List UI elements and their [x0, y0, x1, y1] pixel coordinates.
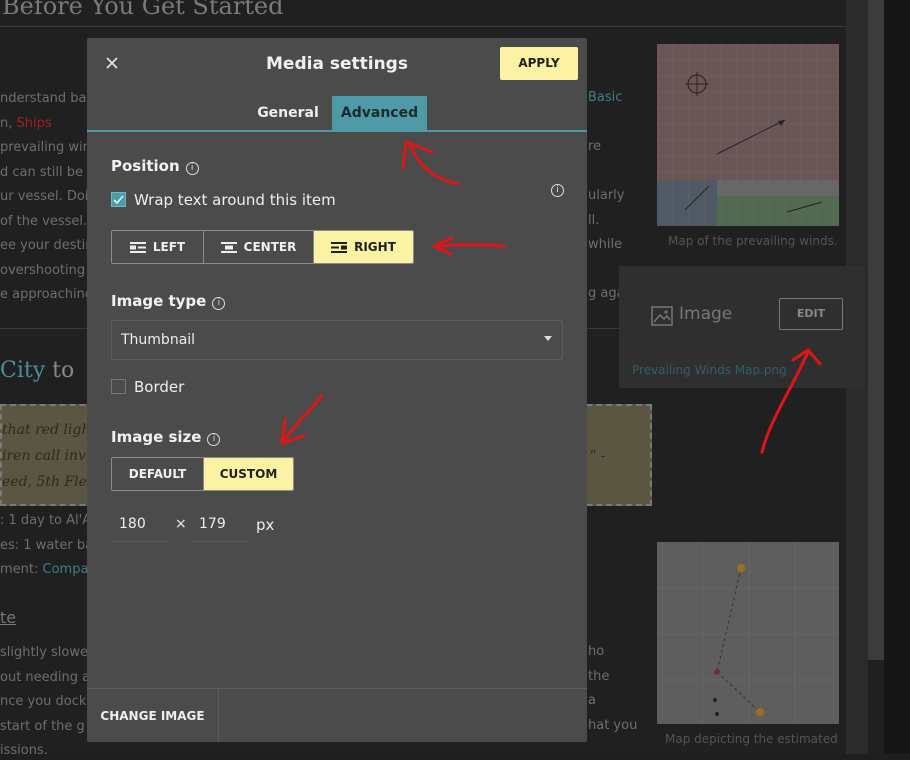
body-text: of the vessel.: [0, 214, 88, 229]
image-type-section-title: Image type i: [111, 292, 226, 310]
body-text: while: [588, 237, 623, 252]
basic-link[interactable]: Basic: [588, 90, 622, 105]
info-icon[interactable]: i: [207, 433, 221, 446]
quote-attribution: " -: [590, 448, 606, 464]
edit-button[interactable]: EDIT: [779, 298, 843, 330]
align-right-button[interactable]: RIGHT: [314, 231, 413, 263]
body-text: ho: [588, 644, 605, 659]
image-size-toggle: DEFAULT CUSTOM: [111, 457, 294, 491]
quote-text: eed, 5th Fle: [2, 474, 87, 490]
image-type-value: Thumbnail: [121, 332, 196, 348]
sub-heading: te: [0, 608, 17, 627]
image-caption: Map depicting the estimated: [665, 732, 838, 746]
body-text: start of the g: [0, 719, 85, 734]
image-icon: [651, 306, 673, 326]
size-default-button[interactable]: DEFAULT: [112, 458, 204, 490]
body-text: hat you: [588, 718, 638, 733]
section-heading: City to: [0, 358, 75, 383]
wrap-text-label: Wrap text around this item: [134, 191, 336, 209]
apply-button[interactable]: APPLY: [500, 47, 578, 80]
size-custom-button[interactable]: CUSTOM: [204, 458, 293, 490]
page-heading: Before You Get Started: [2, 0, 284, 20]
ships-link[interactable]: Ships: [17, 116, 52, 131]
align-left-icon: [129, 242, 146, 253]
image-caption: Map of the prevailing winds.: [668, 234, 838, 248]
quote-text: iren call inv: [2, 448, 86, 464]
stat-line: es: 1 water bar: [0, 538, 99, 553]
scrollbar[interactable]: [868, 0, 884, 660]
stat-line: : 1 day to Al'Ar: [0, 513, 97, 528]
media-popover: Image EDIT Prevailing Winds Map.png: [619, 266, 865, 388]
divider: [0, 26, 846, 27]
body-text: slightly slowe: [0, 645, 88, 660]
page-edge: [884, 0, 910, 754]
change-image-button[interactable]: CHANGE IMAGE: [87, 689, 219, 742]
height-input[interactable]: 179: [191, 506, 247, 542]
body-text: ur vessel. Doi: [0, 189, 89, 204]
body-text: ularly: [588, 188, 625, 203]
body-text: re: [588, 139, 602, 154]
quote-text: that red ligh: [2, 422, 91, 438]
body-text: a: [588, 693, 596, 708]
dimension-separator: ×: [175, 516, 187, 532]
unit-label: px: [256, 516, 275, 534]
border-label: Border: [134, 378, 185, 396]
city-link[interactable]: City: [0, 358, 45, 383]
align-left-button[interactable]: LEFT: [112, 231, 204, 263]
align-center-label: CENTER: [243, 240, 297, 254]
map-thumbnail-2[interactable]: [657, 542, 839, 724]
body-text: out needing a: [0, 670, 91, 685]
media-settings-dialog: Media settings APPLY General Advanced Po…: [87, 38, 587, 742]
body-text: d can still be s: [0, 165, 94, 180]
info-icon[interactable]: i: [185, 162, 199, 175]
tab-underline: [87, 130, 587, 132]
body-text: ee your destin: [0, 238, 94, 253]
info-icon[interactable]: i: [212, 297, 226, 310]
align-center-icon: [220, 242, 237, 253]
align-right-label: RIGHT: [354, 240, 396, 254]
info-icon[interactable]: i: [551, 184, 564, 197]
media-type-label: Image: [679, 304, 733, 324]
dialog-footer: CHANGE IMAGE: [87, 688, 587, 742]
body-text: nderstand bas: [0, 91, 94, 106]
wrap-text-row[interactable]: Wrap text around this item: [111, 191, 336, 209]
tab-advanced[interactable]: Advanced: [332, 96, 427, 130]
align-right-icon: [331, 242, 348, 253]
body-text: issions.: [0, 743, 48, 758]
border-checkbox[interactable]: [111, 379, 126, 394]
body-text: prevailing win: [0, 140, 91, 155]
alignment-toggle: LEFT CENTER RIGHT: [111, 230, 414, 264]
map-grid: [657, 44, 839, 226]
align-center-button[interactable]: CENTER: [204, 231, 314, 263]
stat-line: ment: Compas: [0, 562, 96, 577]
checkmark-icon: [113, 195, 124, 205]
border-row[interactable]: Border: [111, 378, 184, 396]
body-text: nce you dock: [0, 694, 87, 709]
body-text: the: [588, 669, 610, 684]
body-text: ll.: [588, 213, 600, 228]
position-section-title: Position i: [111, 157, 199, 175]
file-name-link[interactable]: Prevailing Winds Map.png: [632, 363, 787, 377]
chevron-down-icon: [544, 336, 552, 341]
tab-general[interactable]: General: [247, 96, 329, 130]
width-input[interactable]: 180: [111, 506, 167, 542]
image-size-section-title: Image size i: [111, 428, 221, 446]
map-thumbnail[interactable]: [657, 44, 839, 226]
body-text: n, Ships: [0, 116, 52, 131]
route-map: [657, 542, 839, 724]
image-type-select[interactable]: Thumbnail: [111, 320, 563, 360]
wrap-text-checkbox[interactable]: [111, 192, 126, 207]
align-left-label: LEFT: [152, 240, 186, 254]
body-text: e approaching: [0, 287, 94, 302]
body-text: overshooting: [0, 263, 86, 278]
